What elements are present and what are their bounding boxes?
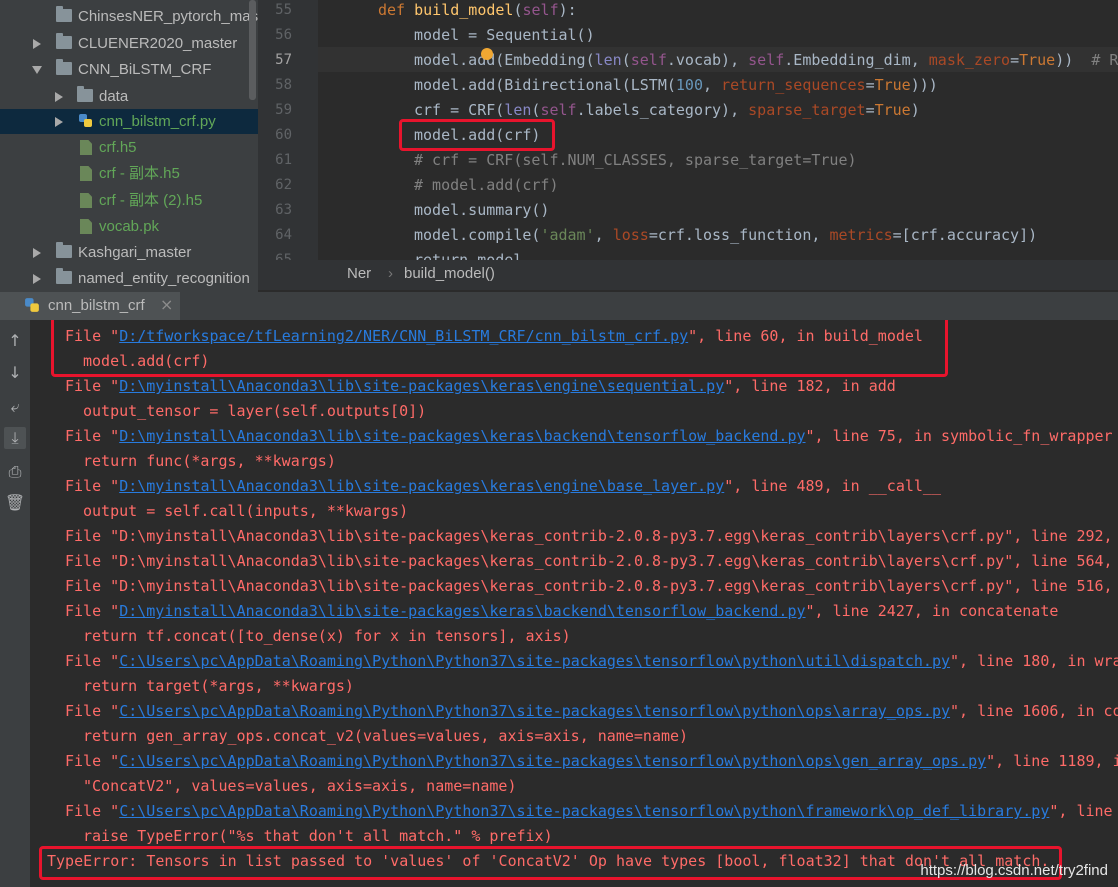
scroll-to-end-icon[interactable]: ⤓: [4, 427, 26, 449]
chevron-right-icon[interactable]: [55, 117, 63, 127]
print-icon[interactable]: ⎙: [4, 461, 26, 483]
traceback-code: "ConcatV2", values=values, axis=axis, na…: [83, 777, 517, 795]
code-line[interactable]: return model: [414, 248, 522, 260]
traceback-line: File "C:\Users\pc\AppData\Roaming\Python…: [65, 802, 1113, 820]
file-icon: [80, 193, 92, 208]
line-number: 63: [275, 202, 292, 218]
traceback-line: File "D:\myinstall\Anaconda3\lib\site-pa…: [65, 527, 1118, 545]
folder-icon: [77, 86, 93, 102]
file-icon: [80, 166, 92, 181]
chevron-right-icon[interactable]: [55, 92, 63, 102]
line-number: 57: [275, 52, 292, 68]
arrow-down-icon[interactable]: ↓: [4, 362, 26, 384]
file-link[interactable]: C:\Users\pc\AppData\Roaming\Python\Pytho…: [119, 702, 950, 720]
tree-item-kashgari[interactable]: Kashgari_master: [0, 240, 258, 265]
file-icon: [80, 219, 92, 234]
tree-item-data[interactable]: data: [0, 84, 258, 109]
file-link[interactable]: D:\myinstall\Anaconda3\lib\site-packages…: [119, 427, 805, 445]
traceback-code: return gen_array_ops.concat_v2(values=va…: [83, 727, 689, 745]
line-number: 64: [275, 227, 292, 243]
watermark: https://blog.csdn.net/try2find: [920, 862, 1108, 879]
line-number: 65: [275, 252, 292, 260]
python-file-icon: [79, 114, 92, 127]
traceback-line: File "D:\myinstall\Anaconda3\lib\site-pa…: [65, 602, 1059, 620]
breadcrumb-class[interactable]: Ner: [347, 265, 371, 282]
run-tool-window-header: cnn_bilstm_crf ×: [0, 292, 1118, 321]
breadcrumb: Ner › build_model(): [258, 260, 1118, 290]
highlight-box: [39, 846, 1062, 880]
tree-item-named-entity-recognition[interactable]: named_entity_recognition: [0, 266, 258, 291]
folder-icon: [56, 268, 72, 284]
line-number: 59: [275, 102, 292, 118]
code-line[interactable]: model.add(Embedding(len(self.vocab), sel…: [414, 48, 1118, 73]
traceback-code: return func(*args, **kwargs): [83, 452, 336, 470]
chevron-right-icon[interactable]: [33, 39, 41, 49]
soft-wrap-icon[interactable]: ⤶: [4, 396, 26, 418]
run-tab-label: cnn_bilstm_crf: [48, 297, 145, 314]
traceback-line: File "C:\Users\pc\AppData\Roaming\Python…: [65, 752, 1118, 770]
tree-item-crf-copy2-h5[interactable]: crf - 副本 (2).h5: [0, 188, 258, 213]
file-link[interactable]: D:\myinstall\Anaconda3\lib\site-packages…: [119, 602, 805, 620]
traceback-code: output = self.call(inputs, **kwargs): [83, 502, 409, 520]
traceback-line: File "D:\myinstall\Anaconda3\lib\site-pa…: [65, 552, 1118, 570]
code-line[interactable]: # crf = CRF(self.NUM_CLASSES, sparse_tar…: [414, 148, 857, 173]
traceback-line: File "D:\myinstall\Anaconda3\lib\site-pa…: [65, 577, 1118, 595]
folder-icon: [56, 242, 72, 258]
traceback-line: File "C:\Users\pc\AppData\Roaming\Python…: [65, 652, 1118, 670]
code-line[interactable]: # model.add(crf): [414, 173, 559, 198]
traceback-code: return target(*args, **kwargs): [83, 677, 354, 695]
highlight-box: [51, 320, 948, 377]
run-tab[interactable]: cnn_bilstm_crf ×: [0, 292, 180, 320]
line-number: 62: [275, 177, 292, 193]
file-link[interactable]: D:\myinstall\Anaconda3\lib\site-packages…: [119, 377, 724, 395]
traceback-line: File "C:\Users\pc\AppData\Roaming\Python…: [65, 702, 1118, 720]
folder-icon: [56, 33, 72, 49]
traceback-code: output_tensor = layer(self.outputs[0]): [83, 402, 427, 420]
breadcrumb-method[interactable]: build_model(): [404, 265, 495, 282]
chevron-down-icon[interactable]: [32, 66, 42, 74]
file-icon: [80, 140, 92, 155]
tree-item-vocab-pk[interactable]: vocab.pk: [0, 214, 258, 239]
traceback-line: File "D:\myinstall\Anaconda3\lib\site-pa…: [65, 427, 1113, 445]
tree-item-cluener[interactable]: CLUENER2020_master: [0, 31, 258, 56]
arrow-up-icon[interactable]: ↑: [4, 330, 26, 352]
chevron-right-icon[interactable]: [33, 248, 41, 258]
traceback-line: File "D:\myinstall\Anaconda3\lib\site-pa…: [65, 477, 941, 495]
code-editor[interactable]: 55 56 57 58 59 60 61 62 63 64 65 def bui…: [258, 0, 1118, 260]
tree-item-cnn-bilstm-crf[interactable]: CNN_BiLSTM_CRF: [0, 57, 258, 82]
code-line[interactable]: model.summary(): [414, 198, 549, 223]
folder-icon: [56, 6, 72, 22]
code-line[interactable]: model = Sequential(): [414, 23, 595, 48]
file-link[interactable]: C:\Users\pc\AppData\Roaming\Python\Pytho…: [119, 652, 950, 670]
line-number: 56: [275, 27, 292, 43]
line-number: 61: [275, 152, 292, 168]
console-output[interactable]: File "D:/tfworkspace/tfLearning2/NER/CNN…: [30, 320, 1118, 887]
line-number: 60: [275, 127, 292, 143]
trash-icon[interactable]: 🗑: [4, 492, 26, 514]
tree-item-crf-h5[interactable]: crf.h5: [0, 135, 258, 160]
tree-item-cnn-bilstm-crf-py[interactable]: cnn_bilstm_crf.py: [0, 109, 258, 134]
run-toolbar: ↑ ↓ ⤶ ⤓ ⎙ 🗑: [0, 320, 30, 887]
breadcrumb-separator: ›: [388, 265, 393, 282]
tree-item-crf-copy-h5[interactable]: crf - 副本.h5: [0, 161, 258, 186]
folder-icon: [56, 59, 72, 75]
line-number: 55: [275, 2, 292, 18]
code-line[interactable]: model.compile('adam', loss=crf.loss_func…: [414, 223, 1037, 248]
highlight-box: [399, 119, 555, 151]
lightbulb-icon[interactable]: [481, 48, 493, 60]
file-link[interactable]: C:\Users\pc\AppData\Roaming\Python\Pytho…: [119, 752, 986, 770]
file-link[interactable]: D:\myinstall\Anaconda3\lib\site-packages…: [119, 477, 724, 495]
traceback-line: File "D:\myinstall\Anaconda3\lib\site-pa…: [65, 377, 896, 395]
tree-scrollbar[interactable]: [249, 0, 256, 100]
file-link[interactable]: C:\Users\pc\AppData\Roaming\Python\Pytho…: [119, 802, 1049, 820]
close-icon[interactable]: ×: [160, 295, 173, 314]
python-run-icon: [25, 298, 39, 312]
tree-item-chinsesner[interactable]: ChinsesNER_pytorch_master: [0, 4, 258, 29]
code-line[interactable]: def build_model(self):: [378, 0, 577, 23]
chevron-right-icon[interactable]: [33, 274, 41, 284]
project-tree: ChinsesNER_pytorch_master CLUENER2020_ma…: [0, 0, 258, 292]
code-line[interactable]: model.add(Bidirectional(LSTM(100, return…: [414, 73, 938, 98]
line-number: 58: [275, 77, 292, 93]
traceback-code: return tf.concat([to_dense(x) for x in t…: [83, 627, 571, 645]
